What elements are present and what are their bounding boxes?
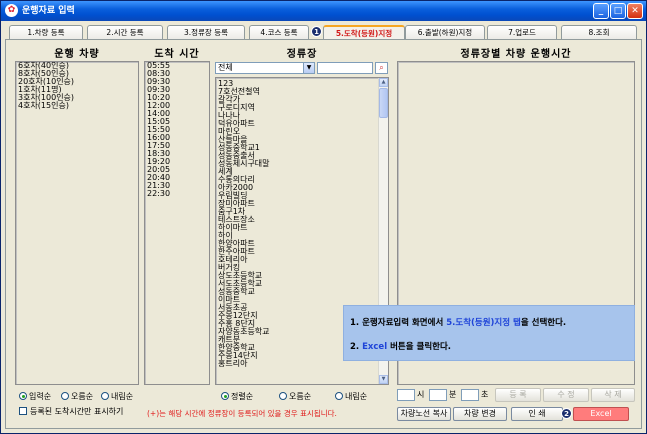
- radio-on-icon: [221, 392, 229, 400]
- radio-off-icon: [61, 392, 69, 400]
- tab-inquiry[interactable]: 8.조회: [561, 25, 637, 39]
- close-icon[interactable]: ✕: [627, 3, 643, 19]
- sort-left-input-order[interactable]: 입력순: [19, 392, 51, 402]
- step-badge-1: 1: [311, 26, 322, 37]
- registered-only-checkbox[interactable]: 등록된 도착시간만 표시하기: [19, 407, 123, 417]
- tab-vehicle-register[interactable]: 1.차량 등록: [9, 25, 83, 39]
- scroll-up-icon[interactable]: ▲: [379, 78, 388, 87]
- stop-list-item[interactable]: 성동중학교: [216, 288, 388, 296]
- tab-course-register[interactable]: 4.코스 등록: [249, 25, 309, 39]
- sort-mid-descending[interactable]: 내림순: [335, 392, 367, 402]
- app-icon: ✿: [5, 4, 18, 17]
- stop-search-input[interactable]: [317, 62, 373, 74]
- vehicles-header: 운행 차량: [54, 49, 100, 60]
- tab-arrival-assign[interactable]: 5.도착(등원)지정: [323, 25, 405, 39]
- tab-strip: 1.차량 등록 2.시간 등록 3.정류장 등록 4.코스 등록 5.도착(등원…: [5, 25, 642, 39]
- schedule-header: 정류장별 차량 운행시간: [460, 49, 572, 60]
- vehicle-list-item[interactable]: 4호차(15인승): [16, 102, 138, 110]
- stop-list-item[interactable]: 하이마트: [216, 224, 388, 232]
- registered-note: (+)는 해당 시간에 정류장이 등록되어 있을 경우 표시됩니다.: [147, 409, 337, 418]
- chevron-down-icon: ▼: [303, 63, 314, 73]
- radio-off-icon: [279, 392, 287, 400]
- stop-list-item[interactable]: 덕유아파트: [216, 120, 388, 128]
- maximize-icon[interactable]: □: [610, 3, 626, 19]
- delete-button[interactable]: 삭 제: [591, 388, 635, 402]
- sort-left-descending[interactable]: 내림순: [101, 392, 133, 402]
- second-input[interactable]: [461, 389, 479, 401]
- radio-on-icon: [19, 392, 27, 400]
- time-items: 05:55 08:30 09:30 09:30 10:20 12:00 14:00 15:05…: [145, 62, 209, 198]
- sort-left-ascending[interactable]: 오름순: [61, 392, 93, 402]
- tab-upload[interactable]: 7.업로드: [487, 25, 557, 39]
- stop-list-item[interactable]: 홍트리아: [216, 360, 388, 368]
- radio-off-icon: [101, 392, 109, 400]
- print-button[interactable]: 인 쇄: [511, 407, 563, 421]
- stop-list-item[interactable]: 구로디지역: [216, 104, 388, 112]
- minute-label: 분: [449, 390, 457, 399]
- step-badge-2: 2: [561, 408, 572, 419]
- stops-header: 정류장: [286, 49, 318, 60]
- hour-input[interactable]: [397, 389, 415, 401]
- instruction-callout: 1. 운행자료입력 화면에서 5.도착(등원)지정 탭을 선택한다. 2. Ex…: [343, 305, 635, 361]
- hour-label: 시: [417, 390, 425, 399]
- checkbox-icon: [19, 407, 27, 415]
- stop-filter-value: 전체: [218, 63, 233, 72]
- time-list-item[interactable]: 22:30: [145, 190, 209, 198]
- scroll-down-icon[interactable]: ▼: [379, 375, 388, 384]
- minute-input[interactable]: [429, 389, 447, 401]
- excel-button[interactable]: Excel: [573, 407, 629, 421]
- tab-stop-register[interactable]: 3.정류장 등록: [167, 25, 245, 39]
- second-label: 초: [481, 390, 489, 399]
- vehicle-list[interactable]: 6호차(40인승) 8호차(50인승) 20호차(10인승) 1호차(11명) 3호차(…: [15, 61, 139, 385]
- stop-filter-select[interactable]: 전체 ▼: [215, 62, 315, 74]
- title-bar: ✿ 운행자료 입력 _ □ ✕: [1, 1, 646, 21]
- minimize-icon[interactable]: _: [593, 3, 609, 19]
- change-vehicle-button[interactable]: 차량 변경: [453, 407, 507, 421]
- scroll-thumb[interactable]: [379, 88, 388, 118]
- app-window: ✿ 운행자료 입력 _ □ ✕ 1.차량 등록 2.시간 등록 3.정류장 등록…: [0, 0, 647, 434]
- tab-time-register[interactable]: 2.시간 등록: [87, 25, 163, 39]
- arrival-time-header: 도착 시간: [154, 49, 200, 60]
- instruction-line-1: 1. 운행자료입력 화면에서 5.도착(등원)지정 탭을 선택한다.: [350, 318, 567, 328]
- tab-departure-assign[interactable]: 6.출발(하원)지정: [405, 25, 485, 39]
- stop-list-item[interactable]: 7호선전철역: [216, 88, 388, 96]
- stop-list-item[interactable]: 호테리아: [216, 256, 388, 264]
- register-button[interactable]: 등 록: [495, 388, 541, 402]
- window-title: 운행자료 입력: [22, 6, 75, 16]
- radio-off-icon: [335, 392, 343, 400]
- copy-route-button[interactable]: 차량노선 복사: [397, 407, 451, 421]
- edit-button[interactable]: 수 정: [543, 388, 589, 402]
- sort-mid-ascending[interactable]: 오름순: [279, 392, 311, 402]
- stop-list-item[interactable]: 성동체시구대말: [216, 160, 388, 168]
- time-list[interactable]: 05:55 08:30 09:30 09:30 10:20 12:00 14:00 15:05…: [144, 61, 210, 385]
- vehicle-items: 6호차(40인승) 8호차(50인승) 20호차(10인승) 1호차(11명) 3호차(…: [16, 62, 138, 110]
- search-icon[interactable]: ⌕: [375, 62, 388, 74]
- instruction-line-2: 2. Excel 버튼을 클릭한다.: [350, 342, 452, 352]
- sort-mid-sorted[interactable]: 정렬순: [221, 392, 253, 402]
